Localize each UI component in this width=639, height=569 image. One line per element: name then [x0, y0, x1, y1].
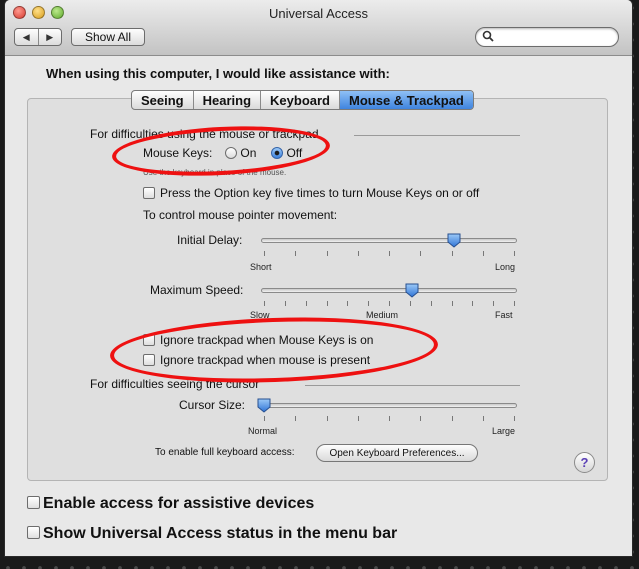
slider-tick — [483, 416, 484, 421]
search-icon — [482, 30, 494, 45]
slider-tick — [327, 251, 328, 256]
forward-icon[interactable]: ▶ — [39, 29, 62, 45]
option-key-row[interactable]: Press the Option key five times to turn … — [143, 186, 479, 200]
preferences-window: Universal Access ◀ ▶ Show All When using… — [5, 0, 632, 556]
slider-tick — [389, 416, 390, 421]
slider-tick — [327, 301, 328, 306]
slider-tick — [327, 416, 328, 421]
slider-tick — [452, 251, 453, 256]
slider-tick — [389, 251, 390, 256]
open-keyboard-preferences-button[interactable]: Open Keyboard Preferences... — [316, 444, 478, 462]
tab-seeing[interactable]: Seeing — [132, 91, 194, 109]
slider-track — [261, 403, 517, 408]
mouse-section-divider — [354, 135, 520, 136]
max-speed-max: Fast — [495, 310, 513, 320]
cursor-section-divider — [305, 385, 520, 386]
slider-tick — [514, 301, 515, 306]
slider-thumb[interactable] — [405, 283, 419, 298]
slider-tick — [306, 301, 307, 306]
status-menu-row[interactable]: Show Universal Access status in the menu… — [27, 525, 397, 543]
initial-delay-max: Long — [495, 262, 516, 272]
slider-tick — [431, 301, 432, 306]
slider-tick — [410, 301, 411, 306]
titlebar: Universal Access ◀ ▶ Show All — [5, 0, 632, 56]
slider-tick — [358, 251, 359, 256]
status-menu-checkbox[interactable] — [27, 526, 40, 539]
cursor-size-slider[interactable] — [257, 398, 517, 426]
window-title: Universal Access — [269, 6, 368, 21]
option-key-label: Press the Option key five times to turn … — [160, 186, 480, 200]
slider-tick — [358, 416, 359, 421]
cursor-size-max: Large — [492, 426, 516, 436]
max-speed-label: Maximum Speed: — [150, 283, 244, 297]
slider-tick — [514, 416, 515, 421]
slider-track — [261, 288, 517, 293]
slider-track — [261, 238, 517, 243]
slider-tick — [483, 251, 484, 256]
tab-bar: Seeing Hearing Keyboard Mouse & Trackpad — [131, 90, 474, 110]
slider-tick — [285, 301, 286, 306]
cursor-size-min: Normal — [248, 426, 278, 436]
slider-tick — [452, 301, 453, 306]
slider-tick — [264, 251, 265, 256]
slider-tick — [420, 416, 421, 421]
slider-tick — [389, 301, 390, 306]
initial-delay-min: Short — [250, 262, 272, 272]
slider-tick — [514, 251, 515, 256]
slider-tick — [295, 416, 296, 421]
slider-thumb[interactable] — [447, 233, 461, 248]
assistive-devices-row[interactable]: Enable access for assistive devices — [27, 495, 314, 513]
slider-tick — [368, 301, 369, 306]
option-key-checkbox[interactable] — [143, 187, 155, 199]
back-icon[interactable]: ◀ — [15, 29, 39, 45]
slider-tick — [452, 416, 453, 421]
max-speed-slider[interactable] — [261, 283, 517, 311]
slider-thumb[interactable] — [257, 398, 271, 413]
keyboard-access-label: To enable full keyboard access: — [155, 447, 295, 458]
slider-tick — [347, 301, 348, 306]
assistive-devices-checkbox[interactable] — [27, 496, 40, 509]
status-menu-label: Show Universal Access status in the menu… — [43, 525, 398, 542]
help-icon[interactable]: ? — [574, 452, 595, 473]
assistance-heading: When using this computer, I would like a… — [46, 66, 390, 81]
tab-mouse-trackpad[interactable]: Mouse & Trackpad — [340, 91, 473, 109]
initial-delay-slider[interactable] — [261, 233, 517, 261]
slider-tick — [264, 416, 265, 421]
slider-tick — [420, 251, 421, 256]
initial-delay-label: Initial Delay: — [177, 233, 243, 247]
control-movement-label: To control mouse pointer movement: — [143, 208, 338, 222]
tab-hearing[interactable]: Hearing — [194, 91, 262, 109]
slider-tick — [493, 301, 494, 306]
back-forward-control: ◀ ▶ — [14, 28, 62, 46]
cursor-size-label: Cursor Size: — [179, 398, 246, 412]
assistive-devices-label: Enable access for assistive devices — [43, 495, 315, 512]
max-speed-mid: Medium — [366, 310, 399, 320]
search-input[interactable] — [475, 27, 619, 47]
show-all-button[interactable]: Show All — [71, 28, 145, 46]
slider-tick — [264, 301, 265, 306]
slider-tick — [472, 301, 473, 306]
tab-keyboard[interactable]: Keyboard — [261, 91, 340, 109]
slider-tick — [295, 251, 296, 256]
